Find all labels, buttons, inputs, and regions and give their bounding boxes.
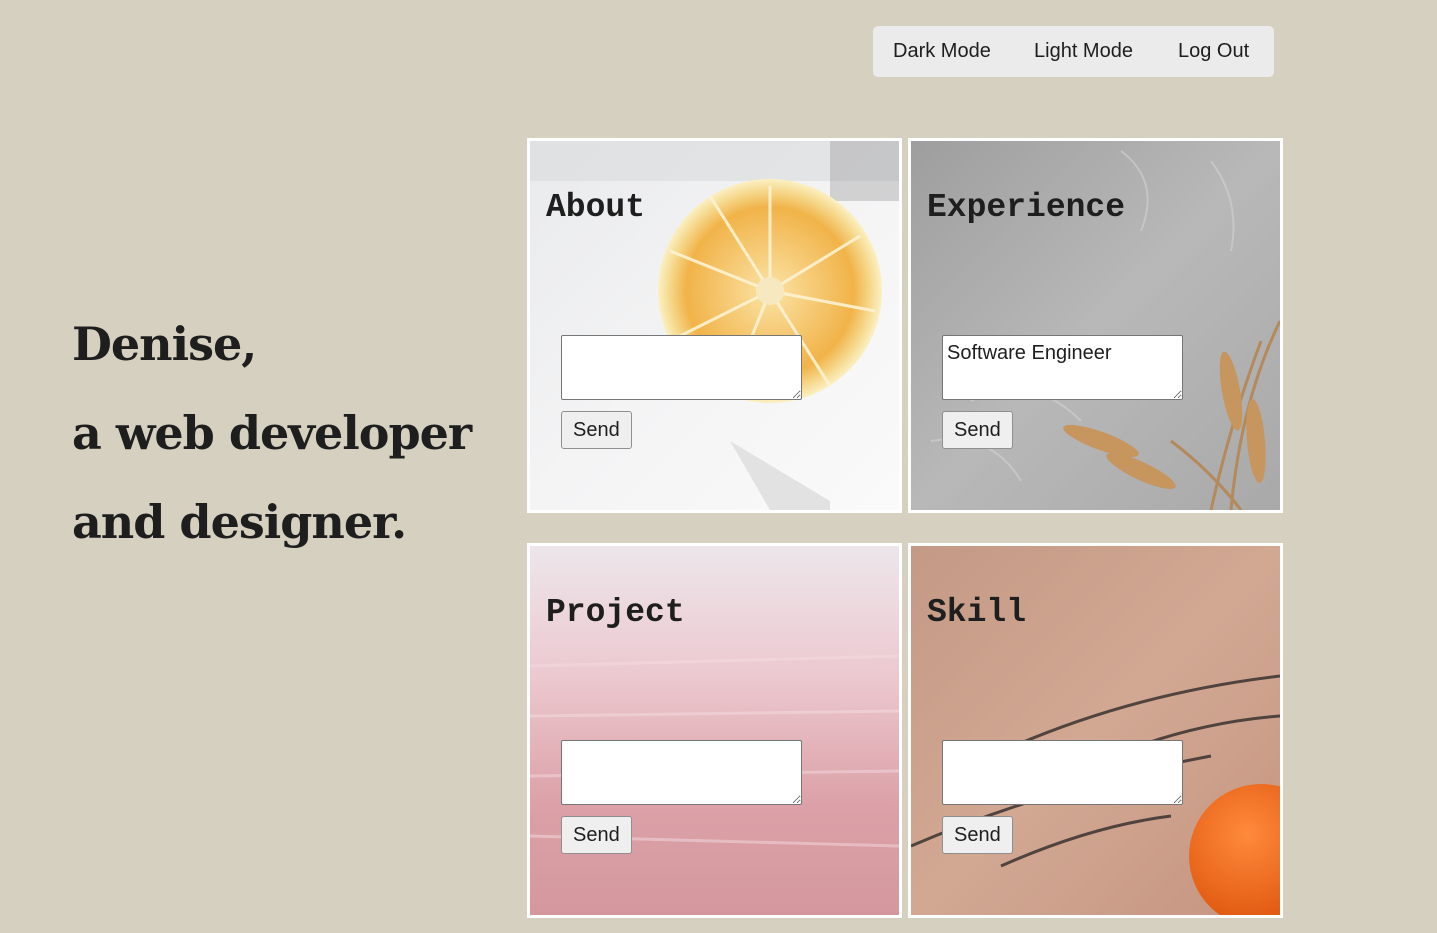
hero-heading: Denise, a web developer and designer. xyxy=(72,300,472,567)
experience-card: Experience Send xyxy=(908,138,1283,513)
light-mode-button[interactable]: Light Mode xyxy=(1034,26,1133,77)
skill-input[interactable] xyxy=(942,740,1183,805)
about-input[interactable] xyxy=(561,335,802,400)
about-card: About Send xyxy=(527,138,902,513)
experience-card-title: Experience xyxy=(927,189,1126,226)
project-input[interactable] xyxy=(561,740,802,805)
project-card: Project Send xyxy=(527,543,902,918)
about-card-title: About xyxy=(546,189,646,226)
skill-card: Skill Send xyxy=(908,543,1283,918)
about-send-button[interactable]: Send xyxy=(561,411,632,449)
project-send-button[interactable]: Send xyxy=(561,816,632,854)
hero-line-name: Denise, xyxy=(72,317,257,371)
skill-card-title: Skill xyxy=(927,594,1027,631)
experience-input[interactable] xyxy=(942,335,1183,400)
dark-mode-button[interactable]: Dark Mode xyxy=(893,26,991,77)
skill-send-button[interactable]: Send xyxy=(942,816,1013,854)
experience-send-button[interactable]: Send xyxy=(942,411,1013,449)
hero-line-role-continued: and designer. xyxy=(72,495,407,549)
project-card-title: Project xyxy=(546,594,685,631)
top-nav: Dark Mode Light Mode Log Out xyxy=(873,26,1274,77)
log-out-button[interactable]: Log Out xyxy=(1178,26,1249,77)
hero-line-role: a web developer xyxy=(72,406,472,460)
